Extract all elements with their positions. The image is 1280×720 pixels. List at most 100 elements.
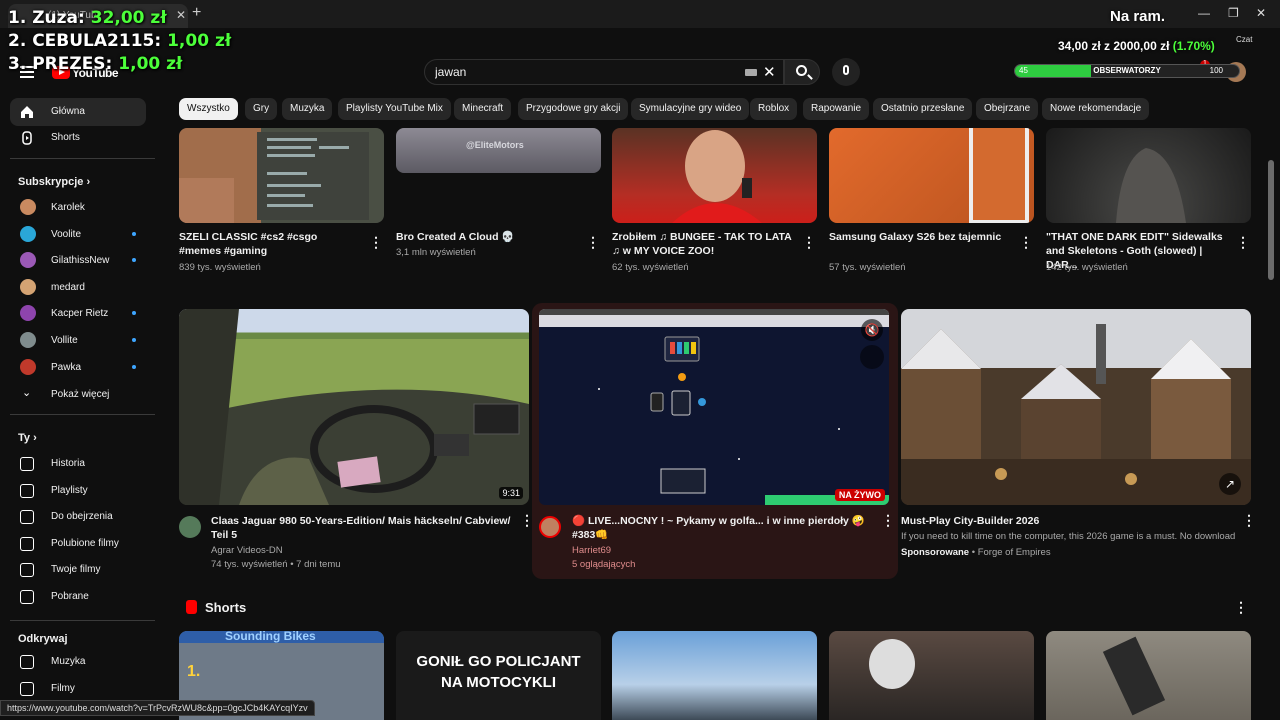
sidebar-item-label: Muzyka [51,656,86,667]
na-ram-label: Na ram. [1110,8,1166,25]
short-thumbnail[interactable]: GONIŁ GO POLICJANT NA MOTOCYKLI [396,631,601,720]
sidebar-item-subscription[interactable]: medard [10,274,146,302]
channel-avatar [20,252,36,269]
channel-name[interactable]: Harriet69 [572,544,611,558]
captions-button[interactable] [860,345,884,369]
more-actions-icon[interactable] [1019,234,1033,251]
filter-chip[interactable]: Roblox [750,98,798,120]
you-heading[interactable]: Ty › [18,432,37,444]
sidebar-item-download[interactable]: Pobrane [10,583,146,611]
new-content-dot [132,258,136,263]
leaderboard-entry: 2. CEBULA2115: 1,00 zł [8,31,231,51]
minimize-icon[interactable]: — [1198,6,1210,20]
sidebar-item-subscription[interactable]: GilathissNew [10,247,146,275]
search-button[interactable] [784,59,820,85]
more-actions-icon[interactable] [1242,512,1256,529]
video-title[interactable]: Zrobiłem ♫ BUNGEE - TAK TO LATA ♫ w MY V… [612,230,794,258]
video-title[interactable]: 🔴 LIVE...NOCNY ! ~ Pykamy w golfa... i w… [572,514,872,542]
filter-chip[interactable]: Przygodowe gry akcji [518,98,629,120]
sidebar-item-playlists[interactable]: Playlisty [10,477,146,505]
page-scrollbar[interactable] [1268,160,1274,280]
video-thumbnail[interactable] [1046,128,1251,223]
search-input[interactable] [435,64,735,80]
voice-search-button[interactable] [832,58,860,86]
ad-thumbnail[interactable]: ↗ [901,309,1251,505]
keyboard-icon[interactable] [745,69,757,76]
short-thumbnail[interactable] [829,631,1034,720]
video-duration: 9:31 [499,487,523,499]
donation-goal-text: 34,00 zł z 2000,00 zł (1.70%) [1058,39,1215,53]
channel-name[interactable]: Agrar Videos-DN [211,544,283,558]
sidebar-item-watch-later[interactable]: Do obejrzenia [10,503,146,531]
chat-label[interactable]: Czat [1236,35,1252,44]
sidebar-item-subscription[interactable]: Karolek [10,194,146,222]
filter-chip[interactable]: Rapowanie [803,98,870,120]
mute-icon[interactable]: 🔇 [861,319,883,341]
watch-later-icon [20,510,34,525]
video-thumbnail[interactable] [612,128,817,223]
sidebar-item-liked[interactable]: Polubione filmy [10,530,146,558]
filter-chip[interactable]: Ostatnio przesłane [873,98,973,120]
ad-title[interactable]: Must-Play City-Builder 2026 [901,514,1231,528]
video-title[interactable]: Claas Jaguar 980 50-Years-Edition/ Mais … [211,514,511,542]
tab-close-icon[interactable]: ✕ [176,8,186,22]
filter-chip[interactable]: Wszystko [179,98,238,120]
short-thumbnail[interactable] [1046,631,1251,720]
sidebar-item-movies[interactable]: Filmy [10,675,146,703]
thumbnail-art [1116,148,1186,223]
video-meta: 3,1 mln wyświetleń [396,247,476,258]
sidebar-divider [10,620,155,621]
video-title[interactable]: SZELI CLASSIC #cs2 #csgo #memes #gaming [179,230,361,258]
sidebar-item-subscription[interactable]: Pawka [10,354,146,382]
video-thumbnail[interactable]: 9:31 [179,309,529,505]
show-more-button[interactable]: ⌄ Pokaż więcej [10,381,146,409]
short-thumbnail[interactable] [612,631,817,720]
more-actions-icon[interactable] [802,234,816,251]
you-heading-label: Ty [18,432,31,444]
sidebar-item-history[interactable]: Historia [10,450,146,478]
more-actions-icon[interactable] [586,234,600,251]
sidebar-item-subscription[interactable]: Kacper Rietz [10,300,146,328]
more-actions-icon[interactable] [520,512,534,529]
filter-chip[interactable]: Minecraft [454,98,512,120]
sidebar-item-label: Voolite [51,228,82,240]
window-close-icon[interactable]: ✕ [1256,6,1266,20]
thumbnail-art [179,309,529,505]
filter-chip[interactable]: Symulacyjne gry wideo [631,98,750,120]
ad-description: If you need to kill time on the computer… [901,531,1236,542]
sidebar-item-subscription[interactable]: Voolite [10,221,146,249]
goal-bar-max: 100 [1209,66,1223,75]
sidebar-item-subscription[interactable]: Vollite [10,327,146,355]
video-thumbnail[interactable] [179,128,384,223]
channel-avatar[interactable] [179,516,201,538]
advertiser-name[interactable]: Forge of Empires [978,547,1051,558]
sidebar-item-shorts[interactable]: Shorts [10,124,146,152]
filter-chip[interactable]: Playlisty YouTube Mix [338,98,451,120]
video-title[interactable]: Samsung Galaxy S26 bez tajemnic [829,230,1011,244]
live-preview-player[interactable]: 🔇 NA ŻYWO [539,309,889,505]
sidebar-item-home[interactable]: Główna [10,98,146,126]
sidebar-item-your-videos[interactable]: Twoje filmy [10,556,146,584]
video-thumbnail[interactable]: @EliteMotors [396,128,601,173]
short-caption: Sounding Bikes [225,631,316,643]
external-link-icon[interactable]: ↗ [1219,473,1241,495]
video-title[interactable]: Bro Created A Cloud 💀 [396,230,578,244]
new-tab-icon[interactable]: + [192,4,201,22]
more-actions-icon[interactable] [369,234,383,251]
separator-dot: • [971,547,976,558]
more-actions-icon[interactable] [881,512,895,529]
shorts-more-icon[interactable] [1234,599,1248,616]
filter-chip[interactable]: Obejrzane [976,98,1039,120]
more-actions-icon[interactable] [1236,234,1250,251]
maximize-icon[interactable]: ❐ [1228,6,1239,20]
filter-chip[interactable]: Gry [245,98,278,120]
video-thumbnail[interactable] [829,128,1034,223]
channel-avatar[interactable] [539,516,561,538]
sidebar-item-music[interactable]: Muzyka [10,648,146,676]
clear-search-icon[interactable]: ✕ [763,63,776,81]
subscriptions-heading[interactable]: Subskrypcje › [18,176,90,188]
short-rank: 1. [187,663,201,680]
filter-chip[interactable]: Muzyka [282,98,333,120]
sidebar-item-label: Twoje filmy [51,564,101,576]
filter-chip[interactable]: Nowe rekomendacje [1042,98,1150,120]
